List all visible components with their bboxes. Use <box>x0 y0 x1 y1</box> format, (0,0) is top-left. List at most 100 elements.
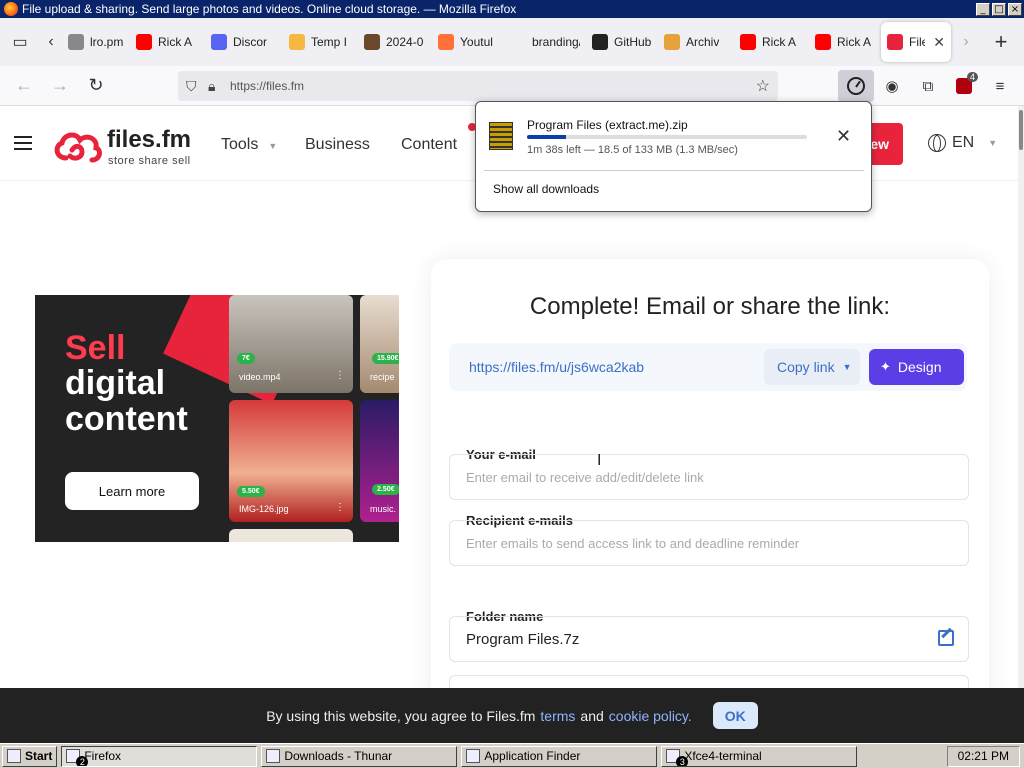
bookmark-star-icon[interactable]: ☆ <box>756 76 770 96</box>
share-link[interactable]: https://files.fm/u/js6wca2kab <box>469 359 644 375</box>
tab-favicon-icon <box>740 34 756 50</box>
download-filename[interactable]: Program Files (extract.me).zip <box>527 118 688 132</box>
lock-icon[interactable]: 🔒︎ <box>208 78 230 95</box>
downloads-button[interactable] <box>838 70 874 102</box>
maximize-button[interactable]: □ <box>992 2 1006 16</box>
ublock-count-badge: 4 <box>966 72 978 82</box>
tab-label: File <box>909 35 926 49</box>
forward-arrow-icon[interactable]: → <box>42 70 78 102</box>
tab-label: Archiv <box>686 35 720 49</box>
copy-link-button[interactable]: Copy link ▼ <box>764 349 860 385</box>
your-email-input[interactable]: Enter email to receive add/edit/delete l… <box>449 454 969 500</box>
tab-label: Discor <box>233 35 268 49</box>
url-text[interactable]: https://files.fm <box>230 79 756 93</box>
browser-tab[interactable]: Rick A <box>809 22 881 62</box>
hamburger-menu-icon[interactable] <box>14 136 32 150</box>
window-title: File upload & sharing. Send large photos… <box>22 2 517 16</box>
taskbar-item-label: Firefox <box>84 749 122 763</box>
tab-favicon-icon <box>510 34 526 50</box>
new-tab-icon[interactable]: + <box>981 18 1021 66</box>
design-button[interactable]: ✦ Design <box>869 349 964 385</box>
taskbar-item[interactable]: Application Finder <box>461 745 658 767</box>
browser-tab[interactable]: Rick A <box>130 22 205 62</box>
cancel-download-icon[interactable]: ✕ <box>836 126 851 147</box>
taskbar-item[interactable]: Firefox 2 <box>61 745 258 767</box>
scrollbar-thumb[interactable] <box>1019 110 1023 150</box>
files-fm-logo[interactable]: files.fm store share sell <box>52 126 202 167</box>
browser-tab[interactable]: Archiv <box>658 22 734 62</box>
app-menu-icon[interactable]: ≡ <box>982 70 1018 102</box>
tab-label: Rick A <box>837 35 872 49</box>
app-icon <box>466 749 481 763</box>
close-tab-icon[interactable]: ✕ <box>933 34 945 51</box>
recipient-emails-input[interactable]: Enter emails to send access link to and … <box>449 520 969 566</box>
tile-music: 2.50€ music. <box>360 400 399 522</box>
cookie-policy-link[interactable]: cookie policy. <box>609 708 692 724</box>
tab-scroll-right-icon[interactable]: › <box>951 18 981 66</box>
firefox-view-icon[interactable]: ▭ <box>0 18 40 66</box>
tile-more <box>229 529 353 542</box>
language-selector[interactable]: EN ▼ <box>928 134 997 152</box>
tab-favicon-icon <box>68 34 84 50</box>
browser-tab[interactable]: Youtul <box>432 22 504 62</box>
edit-icon[interactable] <box>938 630 954 646</box>
tab-scroll-left-icon[interactable]: ‹ <box>40 18 62 66</box>
folder-name-input[interactable]: Program Files.7z <box>449 616 969 662</box>
start-label: Start <box>25 749 53 763</box>
browser-tab[interactable]: lro.pm <box>62 22 130 62</box>
tab-label: Rick A <box>158 35 193 49</box>
sell-digital-content-banner[interactable]: Sell digital content Learn more 7€ video.… <box>35 295 399 542</box>
minimize-button[interactable]: _ <box>976 2 990 16</box>
menu-tools[interactable]: Tools ▼ <box>221 136 277 154</box>
extensions-puzzle-icon[interactable]: ⧉ <box>910 70 946 102</box>
tab-favicon-icon <box>664 34 680 50</box>
tile-price: 7€ <box>237 353 255 364</box>
more-dots-icon: ⋮ <box>335 370 345 381</box>
downloads-panel: Program Files (extract.me).zip 1m 38s le… <box>475 101 872 212</box>
menu-tools-label: Tools <box>221 136 259 153</box>
tile-price: 5.50€ <box>237 486 265 497</box>
zip-file-icon <box>489 122 513 150</box>
tab-label: Youtul <box>460 35 493 49</box>
reload-icon[interactable]: ↻ <box>78 70 114 102</box>
page-scrollbar[interactable] <box>1018 106 1024 688</box>
tile-recipe: 15.90€ recipe <box>360 295 399 393</box>
panel-divider <box>484 170 864 171</box>
next-field[interactable] <box>449 675 969 688</box>
cookie-ok-button[interactable]: OK <box>712 702 758 729</box>
taskbar-item-label: Application Finder <box>484 749 581 763</box>
start-menu-icon <box>7 749 21 763</box>
tile-name: IMG-126.jpg <box>239 504 289 514</box>
url-bar[interactable]: ⛉ 🔒︎ https://files.fm ☆ <box>178 71 778 101</box>
share-link-box: https://files.fm/u/js6wca2kab Copy link ▼… <box>449 343 967 391</box>
terms-link[interactable]: terms <box>540 708 575 724</box>
taskbar-item[interactable]: Downloads - Thunar <box>261 745 458 767</box>
learn-more-button[interactable]: Learn more <box>65 472 199 510</box>
cloud-logo-icon <box>54 132 102 163</box>
tile-name: video.mp4 <box>239 372 281 382</box>
taskbar-item[interactable]: Xfce4-terminal 3 <box>661 745 858 767</box>
menu-business[interactable]: Business <box>305 136 370 154</box>
shield-icon[interactable]: ⛉ <box>186 78 208 95</box>
close-window-button[interactable]: × <box>1008 2 1022 16</box>
browser-tab[interactable]: Temp I <box>283 22 358 62</box>
taskbar-clock: 02:21 PM <box>946 745 1020 767</box>
browser-tab[interactable]: branding/ca <box>504 22 586 62</box>
menu-content[interactable]: Content <box>401 136 457 154</box>
back-arrow-icon[interactable]: ← <box>6 70 42 102</box>
copy-link-label: Copy link <box>777 359 835 375</box>
tab-favicon-icon <box>815 34 831 50</box>
browser-tab[interactable]: GitHub <box>586 22 658 62</box>
ublock-shield-icon[interactable]: 4 <box>946 70 982 102</box>
tab-label: 2024-0 <box>386 35 424 49</box>
show-all-downloads-button[interactable]: Show all downloads <box>493 182 599 196</box>
browser-tab[interactable]: 2024-0 <box>358 22 432 62</box>
window-count-badge: 2 <box>76 755 89 766</box>
tab-favicon-icon <box>887 34 903 50</box>
browser-tab[interactable]: Rick A <box>734 22 809 62</box>
browser-tab[interactable]: File ✕ <box>881 22 951 62</box>
start-button[interactable]: Start <box>2 745 58 767</box>
sparkle-icon: ✦ <box>880 359 891 374</box>
browser-tab[interactable]: Discor <box>205 22 283 62</box>
account-icon[interactable]: ◉ <box>874 70 910 102</box>
